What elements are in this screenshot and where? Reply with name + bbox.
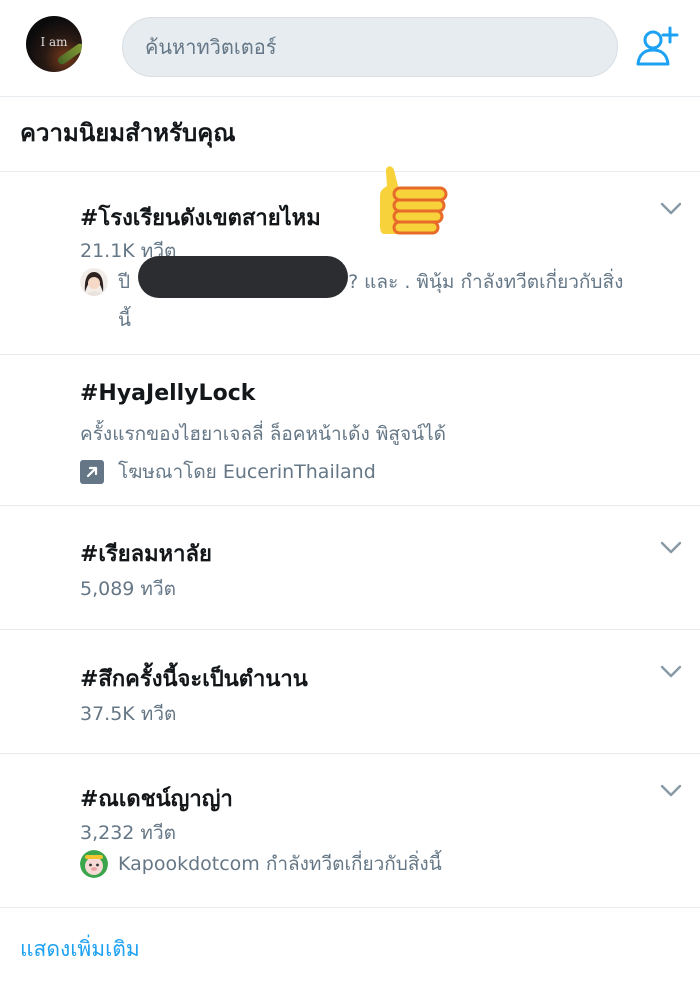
chevron-down-icon[interactable] [660,202,682,216]
trend-item[interactable]: #สึกครั้งนี้จะเป็นตำนาน 37.5K ทวีต [0,630,700,754]
trend-name: #HyaJellyLock [80,381,256,406]
promoted-label: โฆษณาโดย EucerinThailand [80,457,376,487]
search-input[interactable] [143,18,587,76]
section-title: ความนิยมสำหรับคุณ [20,119,236,147]
top-bar: I am [0,0,700,97]
user-avatar [80,268,108,296]
trend-description: ครั้งแรกของไฮยาเจลลี่ ล็อคหน้าเด้ง พิสูจ… [80,423,446,445]
trend-name: #ณเดชน์ญาญ่า [80,787,233,812]
trend-context: Kapookdotcom กำลังทวีตเกี่ยวกับสิ่งนี้ [80,849,442,879]
promoted-trend-item[interactable]: #HyaJellyLock ครั้งแรกของไฮยาเจลลี่ ล็อค… [0,355,700,506]
trend-item[interactable]: #ณเดชน์ญาญ่า 3,232 ทวีต Kapookdotcom กำล… [0,754,700,908]
show-more-link[interactable]: แสดงเพิ่มเติม [20,933,140,966]
chevron-down-icon[interactable] [660,784,682,798]
add-user-icon[interactable] [634,24,680,68]
thumbs-up-icon [380,166,448,235]
context-text-end: ? และ . พินุ้ม กำลังทวีตเกี่ยวกับสิ่ง [348,271,624,293]
trend-item[interactable]: #เรียลมหาลัย 5,089 ทวีต [0,506,700,630]
promoted-text: โฆษณาโดย EucerinThailand [118,461,376,483]
promoted-icon [80,460,104,484]
trend-item[interactable]: #โรงเรียนดังเขตสายไหม 21.1K ทวีต ปี ? แล… [0,172,700,355]
redaction-overlay [138,256,348,298]
tweet-count: 5,089 ทวีต [80,578,176,600]
kapook-avatar [80,850,108,878]
chevron-down-icon[interactable] [660,665,682,679]
tweet-count: 3,232 ทวีต [80,822,176,844]
trend-name: #เรียลมหาลัย [80,542,212,567]
search-box[interactable] [122,17,618,77]
trend-name: #โรงเรียนดังเขตสายไหม [80,206,321,231]
context-text: Kapookdotcom กำลังทวีตเกี่ยวกับสิ่งนี้ [118,853,442,875]
context-text-wrap: นี้ [118,309,131,331]
context-text-start: ปี [118,271,131,293]
chevron-down-icon[interactable] [660,541,682,555]
profile-avatar[interactable]: I am [26,16,82,72]
trend-name: #สึกครั้งนี้จะเป็นตำนาน [80,667,308,692]
avatar-text: I am [40,35,68,49]
tweet-count: 37.5K ทวีต [80,703,177,725]
